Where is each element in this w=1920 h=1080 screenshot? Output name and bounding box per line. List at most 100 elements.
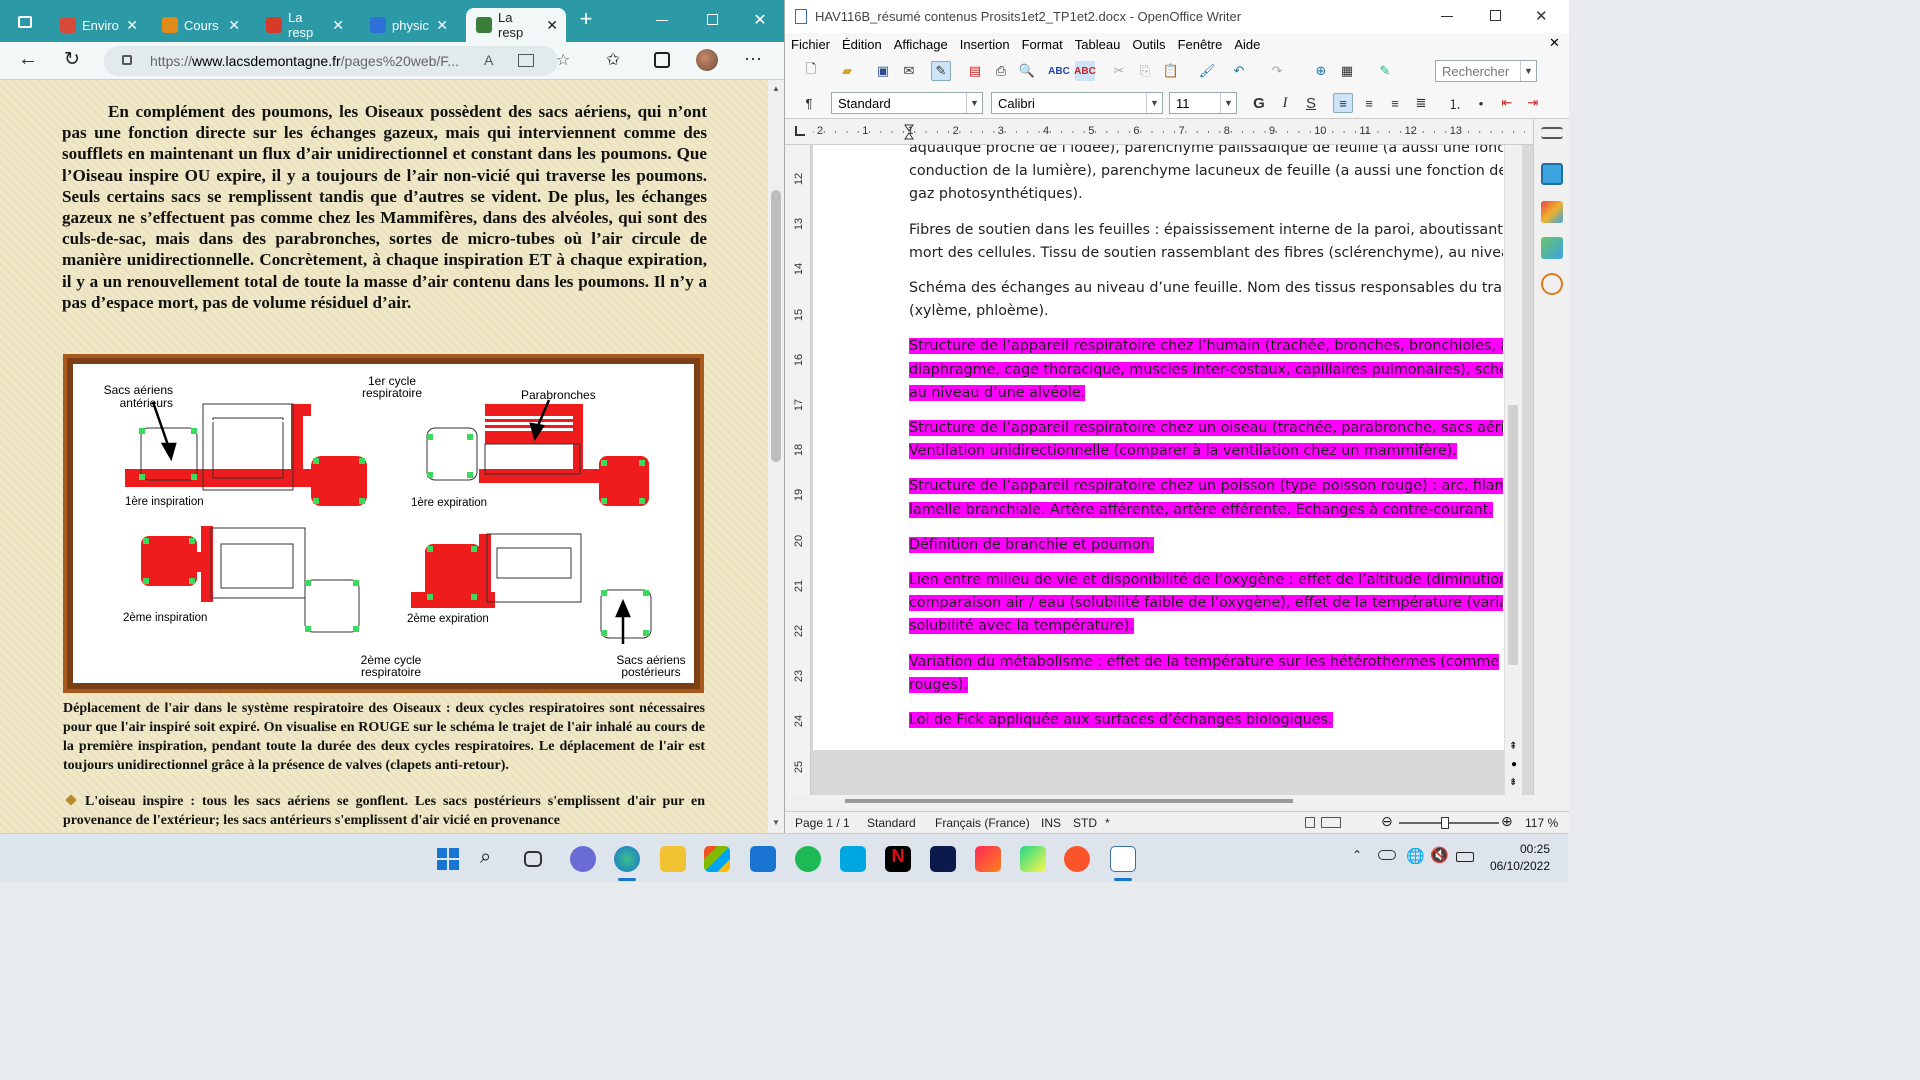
undo-icon[interactable]: ↶ bbox=[1229, 61, 1249, 81]
doc-line[interactable]: conduction de la lumière), parenchyme la… bbox=[909, 163, 1503, 179]
book-view-icon[interactable] bbox=[1321, 817, 1341, 828]
properties-icon[interactable] bbox=[1541, 163, 1563, 185]
doc-paragraph-4[interactable]: Structure de l’appareil respiratoire che… bbox=[909, 335, 1503, 405]
maximize-button[interactable] bbox=[1490, 10, 1501, 21]
minimize-button[interactable] bbox=[1441, 16, 1453, 17]
page-style[interactable]: Standard bbox=[867, 816, 916, 830]
scrollbar-thumb[interactable] bbox=[1508, 405, 1518, 665]
language[interactable]: Français (France) bbox=[935, 816, 1030, 830]
more-menu-icon[interactable]: ··· bbox=[744, 48, 762, 69]
document-area[interactable]: aquatique proche de l’iodée), parenchyme… bbox=[811, 145, 1533, 795]
decrease-indent-icon[interactable]: ⇤ bbox=[1497, 93, 1517, 113]
copy-icon[interactable]: ⎘ bbox=[1135, 61, 1155, 81]
favorites-icon[interactable]: ✩ bbox=[606, 50, 620, 70]
doc-line[interactable]: diaphragme, cage thoracique, muscles int… bbox=[909, 361, 1503, 378]
clone-format-icon[interactable]: 🖌 bbox=[1197, 61, 1217, 81]
document-body[interactable]: aquatique proche de l’iodée), parenchyme… bbox=[909, 145, 1503, 744]
previous-page-icon[interactable]: ⇞ bbox=[1509, 741, 1517, 752]
menu-item-7[interactable]: Fenêtre bbox=[1172, 37, 1229, 52]
doc-line[interactable]: Structure de l’appareil respiratoire che… bbox=[909, 420, 1503, 437]
menu-item-6[interactable]: Outils bbox=[1126, 37, 1171, 52]
print-preview-icon[interactable]: 🔍 bbox=[1017, 61, 1037, 81]
chat-icon[interactable] bbox=[570, 846, 596, 872]
file-explorer-icon[interactable] bbox=[660, 846, 686, 872]
doc-paragraph-10[interactable]: Loi de Fick appliquée aux surfaces d’éch… bbox=[909, 709, 1503, 732]
doc-line[interactable]: comparaison air / eau (solubilité faible… bbox=[909, 595, 1503, 612]
doc-paragraph-6[interactable]: Structure de l’appareil respiratoire che… bbox=[909, 475, 1503, 521]
minimize-button[interactable] bbox=[656, 20, 668, 21]
open-folder-icon[interactable]: ▰ bbox=[837, 61, 857, 81]
writer-vertical-scrollbar[interactable]: ⇞ ● ⇟ bbox=[1504, 145, 1522, 795]
menu-item-2[interactable]: Affichage bbox=[888, 37, 954, 52]
netflix-icon[interactable]: N bbox=[885, 846, 911, 872]
volume-muted-icon[interactable]: 🔇 bbox=[1430, 846, 1449, 864]
bold-icon[interactable]: G bbox=[1249, 93, 1269, 113]
read-aloud-icon[interactable]: A bbox=[484, 52, 493, 68]
scroll-down-arrow-icon[interactable]: ▼ bbox=[772, 818, 780, 827]
next-page-icon[interactable]: ⇟ bbox=[1509, 777, 1517, 788]
start-button[interactable] bbox=[437, 848, 459, 870]
chevron-down-icon[interactable]: ▼ bbox=[1220, 93, 1236, 113]
zoom-slider[interactable] bbox=[1399, 822, 1499, 824]
scroll-up-arrow-icon[interactable]: ▲ bbox=[772, 84, 780, 93]
view-layout-icon[interactable] bbox=[1305, 817, 1315, 828]
doc-paragraph-7[interactable]: Définition de branchie et poumon. bbox=[909, 534, 1503, 557]
tab-close-icon[interactable]: ✕ bbox=[546, 17, 558, 34]
doc-line[interactable]: Loi de Fick appliquée aux surfaces d’éch… bbox=[909, 712, 1333, 729]
maximize-button[interactable] bbox=[707, 14, 718, 25]
close-button[interactable]: ✕ bbox=[1535, 7, 1548, 25]
doc-line[interactable]: aquatique proche de l’iodée), parenchyme… bbox=[909, 145, 1503, 156]
menu-item-3[interactable]: Insertion bbox=[954, 37, 1016, 52]
profile-avatar[interactable] bbox=[696, 49, 718, 71]
redo-icon[interactable]: ↷ bbox=[1267, 61, 1287, 81]
address-bar[interactable]: https://www.lacsdemontagne.fr/pages%20we… bbox=[104, 46, 570, 76]
openoffice-writer-icon[interactable] bbox=[1110, 846, 1136, 872]
autospellcheck-icon[interactable]: ABC bbox=[1074, 61, 1096, 81]
justify-icon[interactable]: ≣ bbox=[1411, 93, 1431, 113]
align-left-icon[interactable]: ≡ bbox=[1333, 93, 1353, 113]
tab-2[interactable]: Cours ✕ bbox=[152, 8, 248, 42]
doc-line[interactable]: Ventilation unidirectionnelle (comparer … bbox=[909, 443, 1457, 460]
doc-line[interactable]: (xylème, phloème). bbox=[909, 303, 1049, 319]
doc-paragraph-3[interactable]: Schéma des échanges au niveau d’une feui… bbox=[909, 277, 1503, 323]
doc-line[interactable]: gaz photosynthétiques). bbox=[909, 186, 1083, 202]
doc-line[interactable]: Lien entre milieu de vie et disponibilit… bbox=[909, 572, 1503, 589]
add-favorite-icon[interactable]: ☆ bbox=[556, 50, 570, 70]
menu-item-1[interactable]: Édition bbox=[836, 37, 888, 52]
new-document-icon[interactable]: 🗋 bbox=[801, 61, 821, 81]
tab-close-icon[interactable]: ✕ bbox=[126, 17, 138, 34]
tab-1[interactable]: Enviro ✕ bbox=[50, 8, 146, 42]
reader-view-icon[interactable] bbox=[518, 54, 534, 67]
search-field[interactable]: Rechercher ▼ bbox=[1435, 60, 1537, 82]
print-icon[interactable]: ⎙ bbox=[991, 61, 1011, 81]
selection-mode[interactable]: STD bbox=[1073, 816, 1097, 830]
language-icon[interactable]: 🌐 bbox=[1406, 847, 1425, 865]
horizontal-ruler[interactable]: 2 1 1 2 3 4 5 6 7 8 9 10 11 12 13 bbox=[785, 119, 1533, 145]
disney-plus-icon[interactable] bbox=[930, 846, 956, 872]
doc-paragraph-5[interactable]: Structure de l’appareil respiratoire che… bbox=[909, 417, 1503, 463]
doc-line[interactable]: rouges). bbox=[909, 676, 968, 693]
writer-horizontal-scrollbar[interactable] bbox=[785, 795, 1569, 811]
styles-icon[interactable] bbox=[1541, 201, 1563, 223]
font-size-select[interactable]: 11 ▼ bbox=[1169, 92, 1237, 114]
italic-icon[interactable]: I bbox=[1275, 93, 1295, 113]
spotify-icon[interactable] bbox=[795, 846, 821, 872]
paragraph-style-select[interactable]: Standard ▼ bbox=[831, 92, 983, 114]
save-icon[interactable]: ▣ bbox=[873, 61, 893, 81]
zoom-slider-handle[interactable] bbox=[1441, 817, 1449, 829]
microsoft-store-icon[interactable] bbox=[704, 846, 730, 872]
vertical-ruler[interactable]: 12 13 14 15 16 17 18 19 20 21 22 23 24 25 bbox=[785, 145, 811, 795]
page-indicator[interactable]: Page 1 / 1 bbox=[795, 816, 850, 830]
jetbrains-icon[interactable] bbox=[975, 846, 1001, 872]
sidebar-menu-icon[interactable] bbox=[1541, 127, 1563, 139]
search-icon[interactable]: ⌕ bbox=[480, 846, 506, 872]
menu-item-4[interactable]: Format bbox=[1016, 37, 1069, 52]
pycharm-icon[interactable] bbox=[1020, 846, 1046, 872]
numbering-icon[interactable]: ⒈ bbox=[1445, 93, 1465, 113]
underline-icon[interactable]: S bbox=[1301, 93, 1321, 113]
insert-mode[interactable]: INS bbox=[1041, 816, 1061, 830]
cut-icon[interactable]: ✂ bbox=[1109, 61, 1129, 81]
doc-paragraph-2[interactable]: Fibres de soutien dans les feuilles : ép… bbox=[909, 219, 1503, 265]
font-name-select[interactable]: Calibri ▼ bbox=[991, 92, 1163, 114]
gallery-icon[interactable] bbox=[1541, 237, 1563, 259]
